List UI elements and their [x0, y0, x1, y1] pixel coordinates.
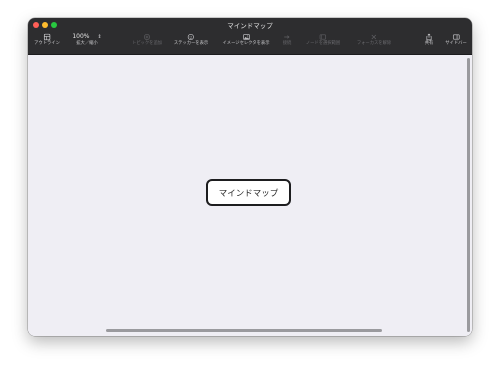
add-topic-icon — [142, 32, 152, 41]
select-nodes-button[interactable]: ノードを選択範囲 — [306, 32, 340, 52]
zoom-value-text: 100% — [72, 33, 90, 40]
select-nodes-label: ノードを選択範囲 — [305, 41, 341, 46]
outline-icon — [42, 32, 52, 41]
connect-label: 接続 — [282, 41, 292, 46]
image-icon — [241, 32, 251, 41]
release-focus-label: フォーカスを解除 — [356, 41, 392, 46]
window-title: マインドマップ — [227, 22, 273, 30]
select-nodes-icon — [318, 32, 328, 41]
zoom-value[interactable]: 100% ⇕ — [72, 32, 101, 41]
show-stickers-button[interactable]: ステッカーを表示 — [174, 32, 208, 52]
show-image-selector-label: イメージセレクタを表示 — [222, 41, 270, 46]
zoom-label: 拡大／縮小 — [76, 41, 98, 46]
outline-label: アウトライン — [34, 41, 60, 46]
sidebar-label: サイドバー — [445, 41, 467, 46]
stepper-icon[interactable]: ⇕ — [97, 34, 101, 40]
sidebar-button[interactable]: サイドバー — [445, 32, 467, 52]
zoom-control[interactable]: 100% ⇕ 拡大／縮小 — [72, 32, 101, 52]
show-stickers-label: ステッカーを表示 — [173, 41, 209, 46]
share-button[interactable]: 共有 — [424, 32, 434, 52]
show-image-selector-button[interactable]: イメージセレクタを表示 — [222, 32, 270, 52]
vertical-scrollbar[interactable] — [467, 58, 470, 332]
focus-release-icon — [369, 32, 379, 41]
app-window: マインドマップ アウトライン 100% ⇕ 拡大／縮小 トピックを追加 ステッカ… — [28, 18, 472, 336]
add-topic-label: トピックを追加 — [131, 41, 163, 46]
horizontal-scrollbar[interactable] — [106, 329, 382, 332]
outline-button[interactable]: アウトライン — [34, 32, 60, 52]
share-icon — [424, 32, 434, 41]
mindmap-canvas[interactable]: マインドマップ — [28, 55, 472, 336]
connect-icon — [282, 32, 292, 41]
toolbar: マインドマップ アウトライン 100% ⇕ 拡大／縮小 トピックを追加 ステッカ… — [28, 18, 472, 55]
sidebar-icon — [451, 32, 461, 41]
sticker-icon — [186, 32, 196, 41]
connect-button[interactable]: 接続 — [282, 32, 292, 52]
release-focus-button[interactable]: フォーカスを解除 — [357, 32, 391, 52]
central-topic-node[interactable]: マインドマップ — [206, 179, 291, 206]
add-topic-button[interactable]: トピックを追加 — [132, 32, 162, 52]
share-label: 共有 — [424, 41, 434, 46]
